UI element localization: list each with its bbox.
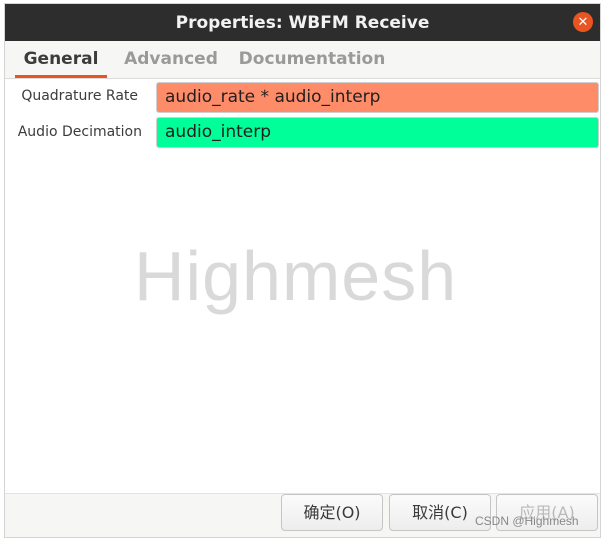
properties-dialog: Properties: WBFM Receive ✕ General Advan…	[4, 3, 601, 538]
quadrature-rate-field[interactable]: audio_rate * audio_interp	[156, 82, 599, 113]
audio-decimation-field[interactable]: audio_interp	[156, 117, 599, 148]
ok-button[interactable]: 确定(O)	[281, 494, 383, 531]
quadrature-rate-label: Quadrature Rate	[21, 88, 138, 104]
tab-advanced[interactable]: Advanced	[121, 41, 221, 78]
tab-bar: General Advanced Documentation	[5, 41, 600, 79]
audio-decimation-label: Audio Decimation	[17, 124, 142, 140]
watermark-text: Highmesh	[134, 237, 458, 315]
window-title: Properties: WBFM Receive	[175, 12, 430, 33]
tab-general[interactable]: General	[15, 41, 107, 78]
title-bar: Properties: WBFM Receive ✕	[5, 4, 600, 41]
tab-documentation[interactable]: Documentation	[237, 41, 387, 78]
close-icon[interactable]: ✕	[573, 12, 593, 32]
credit-watermark: CSDN @Highmesh	[475, 514, 579, 528]
